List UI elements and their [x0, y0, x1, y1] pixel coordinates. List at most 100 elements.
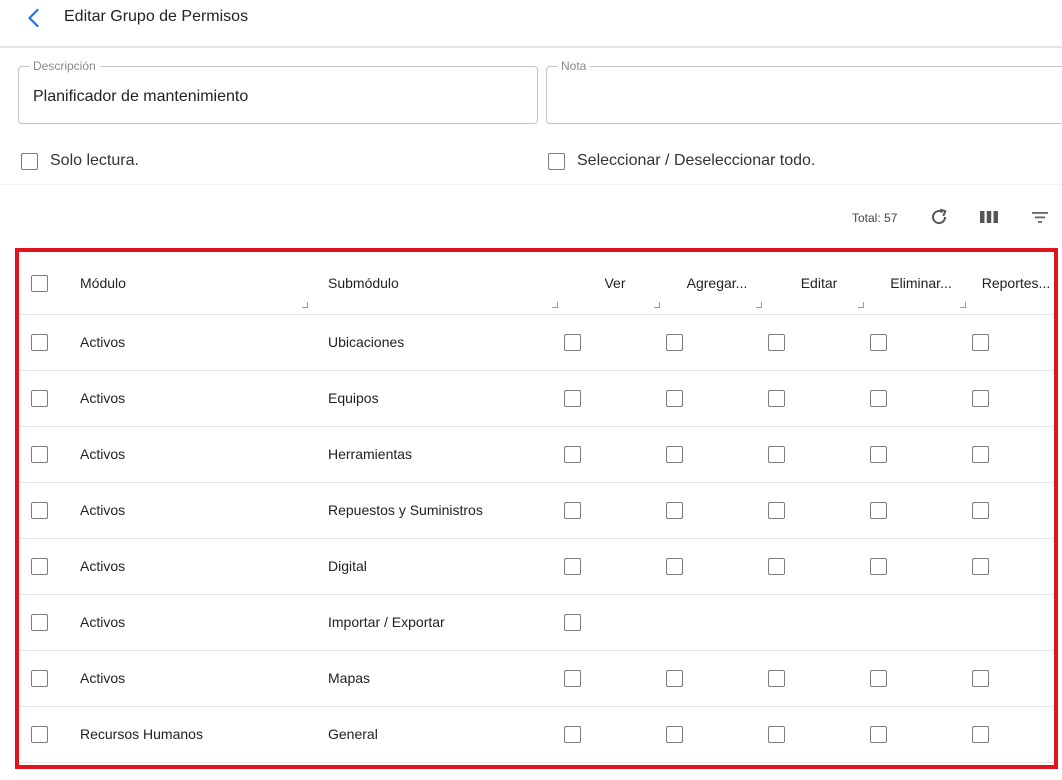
reports-permission-checkbox[interactable] — [972, 501, 989, 519]
view-permission-checkbox[interactable] — [564, 725, 581, 743]
column-header-view[interactable]: Ver — [564, 252, 666, 315]
column-resize-handle[interactable] — [858, 301, 864, 308]
add-permission-checkbox[interactable] — [666, 445, 683, 463]
row-select-checkbox[interactable] — [31, 501, 48, 519]
reports-permission-cell — [972, 706, 1054, 763]
select-all-option[interactable]: Seleccionar / Deseleccionar todo. — [548, 152, 815, 170]
add-permission-checkbox[interactable] — [666, 501, 683, 519]
edit-permission-checkbox[interactable] — [768, 557, 785, 575]
refresh-icon[interactable] — [927, 205, 951, 229]
row-select-checkbox[interactable] — [31, 613, 48, 631]
reports-permission-cell — [972, 370, 1054, 427]
delete-permission-checkbox[interactable] — [870, 389, 887, 407]
delete-permission-checkbox[interactable] — [870, 725, 887, 743]
view-permission-checkbox[interactable] — [564, 389, 581, 407]
add-permission-checkbox[interactable] — [666, 333, 683, 351]
reports-permission-checkbox[interactable] — [972, 333, 989, 351]
view-permission-cell — [564, 482, 666, 539]
column-header-delete[interactable]: Eliminar... — [870, 252, 972, 315]
reports-permission-checkbox[interactable] — [972, 445, 989, 463]
submodule-cell: Ubicaciones — [314, 314, 564, 371]
table-row[interactable]: Recursos Humanos General — [19, 706, 1054, 763]
filter-icon[interactable] — [1028, 205, 1052, 229]
add-permission-checkbox[interactable] — [666, 725, 683, 743]
view-permission-checkbox[interactable] — [564, 501, 581, 519]
chevron-left-icon[interactable] — [22, 6, 46, 30]
reports-permission-checkbox[interactable] — [972, 389, 989, 407]
add-permission-cell — [666, 426, 768, 483]
delete-permission-cell — [870, 482, 972, 539]
table-row[interactable]: Activos Digital — [19, 538, 1054, 595]
row-select-checkbox[interactable] — [31, 389, 48, 407]
column-resize-handle[interactable] — [552, 301, 558, 308]
row-select-checkbox[interactable] — [31, 725, 48, 743]
select-all-rows-checkbox[interactable] — [31, 274, 48, 292]
view-permission-checkbox[interactable] — [564, 333, 581, 351]
edit-permission-checkbox[interactable] — [768, 333, 785, 351]
delete-permission-checkbox[interactable] — [870, 445, 887, 463]
row-select-cell — [19, 426, 66, 483]
delete-permission-checkbox[interactable] — [870, 333, 887, 351]
note-label: Nota — [557, 59, 591, 73]
add-permission-checkbox[interactable] — [666, 669, 683, 687]
row-select-checkbox[interactable] — [31, 445, 48, 463]
note-field[interactable]: Nota — [546, 59, 1062, 124]
row-select-cell — [19, 538, 66, 595]
edit-permission-checkbox[interactable] — [768, 669, 785, 687]
submodule-cell: Repuestos y Suministros — [314, 482, 564, 539]
view-permission-cell — [564, 594, 666, 651]
delete-permission-checkbox[interactable] — [870, 501, 887, 519]
module-cell: Activos — [66, 370, 314, 427]
reports-permission-checkbox[interactable] — [972, 557, 989, 575]
module-cell: Activos — [66, 426, 314, 483]
readonly-checkbox[interactable] — [21, 152, 38, 170]
readonly-option[interactable]: Solo lectura. — [21, 152, 139, 170]
delete-permission-checkbox[interactable] — [870, 557, 887, 575]
row-select-checkbox[interactable] — [31, 669, 48, 687]
reports-permission-checkbox[interactable] — [972, 669, 989, 687]
row-select-checkbox[interactable] — [31, 333, 48, 351]
table-row[interactable]: Activos Repuestos y Suministros — [19, 482, 1054, 539]
column-header-submodule[interactable]: Submódulo — [314, 252, 564, 315]
table-row[interactable]: Activos Importar / Exportar — [19, 594, 1054, 651]
column-header-edit[interactable]: Editar — [768, 252, 870, 315]
view-permission-checkbox[interactable] — [564, 445, 581, 463]
edit-permission-cell — [768, 650, 870, 707]
description-field[interactable]: Descripción Planificador de mantenimient… — [18, 59, 538, 124]
column-resize-handle[interactable] — [960, 301, 966, 308]
reports-permission-checkbox[interactable] — [972, 725, 989, 743]
table-row[interactable]: Activos Ubicaciones — [19, 314, 1054, 371]
column-header-add[interactable]: Agregar... — [666, 252, 768, 315]
add-permission-checkbox[interactable] — [666, 557, 683, 575]
column-header-reports[interactable]: Reportes... — [972, 252, 1054, 315]
add-permission-cell — [666, 314, 768, 371]
edit-permission-checkbox[interactable] — [768, 445, 785, 463]
column-resize-handle[interactable] — [654, 301, 660, 308]
edit-permission-checkbox[interactable] — [768, 501, 785, 519]
delete-permission-checkbox[interactable] — [870, 669, 887, 687]
view-permission-checkbox[interactable] — [564, 669, 581, 687]
submodule-cell: Equipos — [314, 370, 564, 427]
table-row[interactable]: Activos Herramientas — [19, 426, 1054, 483]
column-resize-handle[interactable] — [756, 301, 762, 308]
submodule-cell: Importar / Exportar — [314, 594, 564, 651]
row-select-checkbox[interactable] — [31, 557, 48, 575]
columns-icon[interactable] — [977, 205, 1001, 229]
edit-permission-checkbox[interactable] — [768, 725, 785, 743]
column-header-module[interactable]: Módulo — [66, 252, 314, 315]
permissions-table: Módulo Submódulo Ver Agregar... Editar E… — [19, 252, 1054, 763]
column-label: Eliminar... — [890, 274, 952, 291]
add-permission-cell — [666, 706, 768, 763]
row-select-cell — [19, 370, 66, 427]
add-permission-checkbox[interactable] — [666, 389, 683, 407]
edit-permission-checkbox[interactable] — [768, 389, 785, 407]
column-resize-handle[interactable] — [302, 301, 308, 308]
view-permission-checkbox[interactable] — [564, 613, 581, 631]
row-select-cell — [19, 650, 66, 707]
table-row[interactable]: Activos Mapas — [19, 650, 1054, 707]
view-permission-checkbox[interactable] — [564, 557, 581, 575]
page-header: Editar Grupo de Permisos — [0, 0, 1062, 48]
select-all-checkbox[interactable] — [548, 152, 565, 170]
table-row[interactable]: Activos Equipos — [19, 370, 1054, 427]
module-cell: Activos — [66, 482, 314, 539]
